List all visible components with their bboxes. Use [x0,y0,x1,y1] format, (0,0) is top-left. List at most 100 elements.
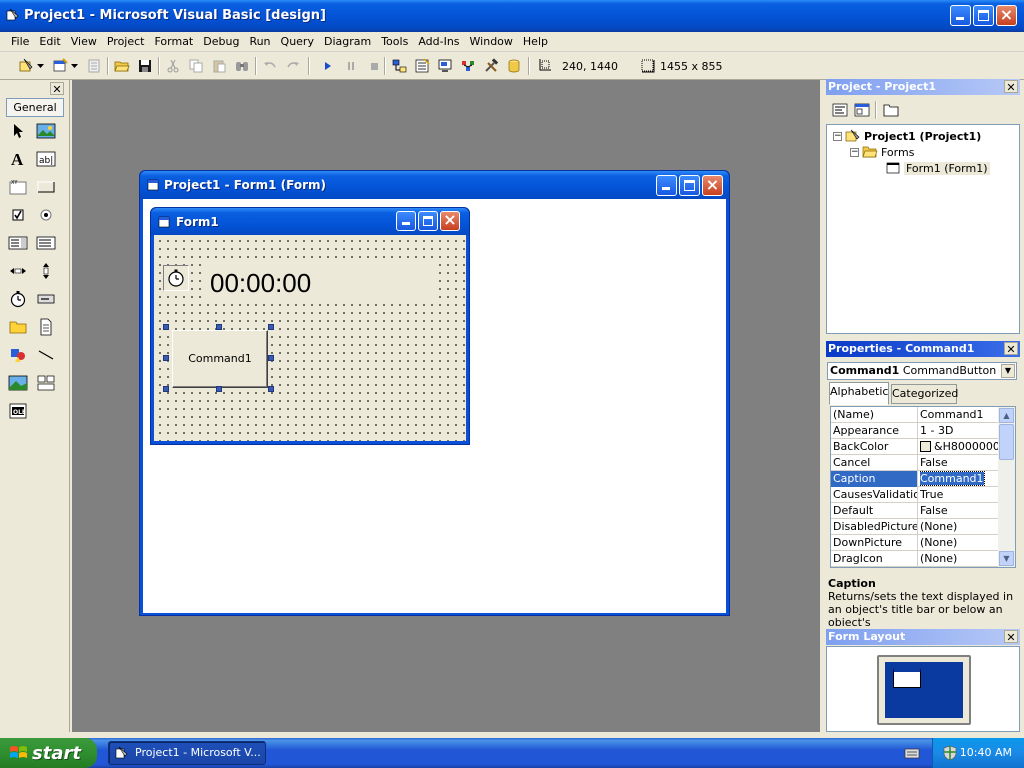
save-project-button[interactable] [135,56,155,76]
menu-file[interactable]: File [6,35,34,48]
property-value-text[interactable]: Command1 [920,471,985,486]
property-value[interactable]: True [920,487,999,503]
tool-hscrollbar[interactable] [6,260,30,282]
form-layout-title[interactable]: Form Layout ✕ [826,629,1020,645]
menu-tools[interactable]: Tools [376,35,413,48]
form1-design-grid[interactable]: 00:00:00 Command1 [154,235,466,441]
toggle-folders-button[interactable] [881,100,901,120]
resize-handle[interactable] [268,355,274,361]
property-row-selected[interactable]: Caption Command1 [831,471,999,487]
property-row[interactable]: BackColor &H8000000F [831,439,999,455]
collapse-icon[interactable]: − [833,131,842,141]
menu-view[interactable]: View [66,35,102,48]
form-designer-title-bar[interactable]: Project1 - Form1 (Form) × [140,171,729,199]
tool-label[interactable]: A [6,148,30,170]
property-row[interactable]: DownPicture (None) [831,535,999,551]
open-project-button[interactable] [112,56,132,76]
paste-button[interactable] [209,56,229,76]
tool-vscrollbar[interactable] [34,260,58,282]
property-value[interactable]: (None) [920,519,999,535]
property-row[interactable]: Default False [831,503,999,519]
scroll-up-icon[interactable]: ▲ [999,408,1014,423]
menu-editor-button[interactable] [84,56,104,76]
maximize-button[interactable] [973,5,994,26]
chevron-down-icon[interactable]: ▼ [1001,364,1015,378]
minimize-button[interactable] [950,5,971,26]
menu-diagram[interactable]: Diagram [319,35,376,48]
resize-handle[interactable] [163,386,169,392]
command1-button[interactable]: Command1 [172,330,268,388]
project-explorer-button[interactable] [389,56,409,76]
property-value[interactable]: 1 - 3D [920,423,999,439]
form-layout-button[interactable] [435,56,455,76]
property-row[interactable]: (Name) Command1 [831,407,999,423]
tool-image[interactable] [6,372,30,394]
tool-drivelistbox[interactable] [34,288,58,310]
tool-dirlistbox[interactable] [6,316,30,338]
tool-combobox[interactable] [6,232,30,254]
menu-help[interactable]: Help [518,35,553,48]
form1-title-bar[interactable]: Form1 × [151,208,469,235]
tool-command-button[interactable] [34,176,58,198]
project-explorer-close-button[interactable]: ✕ [1004,80,1018,94]
property-value[interactable]: Command1 [920,407,999,423]
menu-run[interactable]: Run [244,35,275,48]
property-row[interactable]: DragIcon (None) [831,551,999,567]
keyboard-icon[interactable] [904,746,920,760]
resize-handle[interactable] [163,355,169,361]
tree-item-project1[interactable]: − Project1 (Project1) [833,129,981,143]
tool-checkbox[interactable] [6,204,30,226]
form-position-preview[interactable] [893,668,921,688]
add-form-dropdown[interactable] [69,56,79,76]
collapse-icon[interactable]: − [850,147,859,157]
close-button[interactable]: × [996,5,1017,26]
vb-app-icon[interactable] [6,8,20,22]
undo-button[interactable] [260,56,280,76]
start-button[interactable] [318,56,338,76]
object-browser-button[interactable] [458,56,478,76]
copy-button[interactable] [186,56,206,76]
break-button[interactable] [341,56,361,76]
resize-handle[interactable] [268,324,274,330]
time-label[interactable]: 00:00:00 [202,263,436,303]
form1-close-button[interactable]: × [440,210,460,231]
property-row[interactable]: CausesValidation True [831,487,999,503]
property-value[interactable]: (None) [920,535,999,551]
tool-option-button[interactable] [34,204,58,226]
resize-handle[interactable] [216,386,222,392]
taskbar-item-vb[interactable]: Project1 - Microsoft V... [108,741,266,765]
designer-close-button[interactable]: × [702,175,723,196]
property-value[interactable]: &H8000000F [920,439,999,455]
property-value[interactable]: False [920,455,999,471]
form1-minimize-button[interactable] [396,211,416,231]
property-row[interactable]: Appearance 1 - 3D [831,423,999,439]
tool-filelistbox[interactable] [34,316,58,338]
start-button[interactable]: start [0,738,97,768]
properties-title[interactable]: Properties - Command1 ✕ [826,341,1020,357]
tab-categorized[interactable]: Categorized [891,384,958,404]
property-row[interactable]: Cancel False [831,455,999,471]
tool-textbox[interactable]: ab| [34,148,58,170]
designer-maximize-button[interactable] [679,175,700,196]
form1-window[interactable]: Form1 × 00:00:00 Command1 [150,207,470,445]
add-project-button[interactable] [16,56,36,76]
properties-close-button[interactable]: ✕ [1004,342,1018,356]
add-form-button[interactable] [50,56,70,76]
toolbox-tab-general[interactable]: General [6,98,64,117]
scroll-down-icon[interactable]: ▼ [999,551,1014,566]
redo-button[interactable] [283,56,303,76]
resize-handle[interactable] [216,324,222,330]
menu-edit[interactable]: Edit [34,35,65,48]
resize-handle[interactable] [163,324,169,330]
tool-ole[interactable]: OLE [6,400,30,422]
tool-frame[interactable]: XY [6,176,30,198]
form1-maximize-button[interactable] [418,211,438,231]
view-object-button[interactable] [852,100,872,120]
property-value[interactable]: Command1 [920,471,999,487]
properties-scrollbar[interactable]: ▲ ▼ [998,407,1015,567]
scroll-thumb[interactable] [999,424,1014,460]
property-value[interactable]: (None) [920,551,999,567]
object-selector-combo[interactable]: Command1 CommandButton ▼ [827,362,1017,380]
tree-item-form1[interactable]: Form1 (Form1) [885,161,990,175]
tool-timer[interactable] [6,288,30,310]
